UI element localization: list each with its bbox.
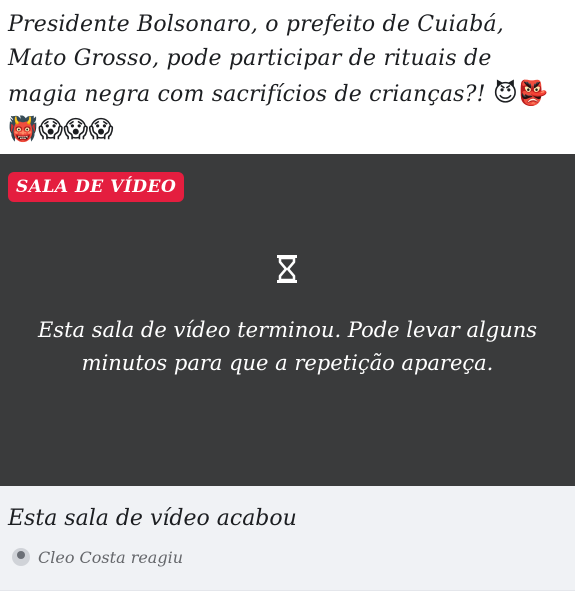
reaction-row[interactable]: Cleo Costa reagiu <box>12 546 183 568</box>
video-room-message: Esta sala de vídeo terminou. Pode levar … <box>20 314 555 380</box>
post-text-line-4: 👹😱😱😱 <box>8 112 568 148</box>
post-text: Presidente Bolsonaro, o prefeito de Cuia… <box>8 8 568 148</box>
video-room-message-line-2: minutos para que a repetição apareça. <box>81 351 494 375</box>
video-room-badge: SALA DE VÍDEO <box>8 172 185 202</box>
reaction-text: Cleo Costa reagiu <box>38 547 184 567</box>
ogre-scream-emoji: 👹😱😱😱 <box>8 115 114 143</box>
hourglass-icon <box>277 255 297 283</box>
post-text-line-3-text: magia negra com sacrifícios de crianças?… <box>8 82 486 107</box>
video-room-panel[interactable]: SALA DE VÍDEO Esta sala de vídeo termino… <box>0 154 575 486</box>
devil-goblin-emoji: 😈👺 <box>492 79 549 107</box>
post-text-line-2: Mato Grosso, pode participar de rituais … <box>8 46 492 71</box>
post-text-line-1: Presidente Bolsonaro, o prefeito de Cuia… <box>8 12 504 37</box>
post-text-line-3: magia negra com sacrifícios de crianças?… <box>8 76 568 112</box>
video-room-message-line-1: Esta sala de vídeo terminou. Pode levar … <box>37 318 538 342</box>
video-room-footer[interactable]: Esta sala de vídeo acabou Cleo Costa rea… <box>0 486 575 591</box>
footer-title: Esta sala de vídeo acabou <box>8 506 297 531</box>
avatar <box>12 548 30 566</box>
